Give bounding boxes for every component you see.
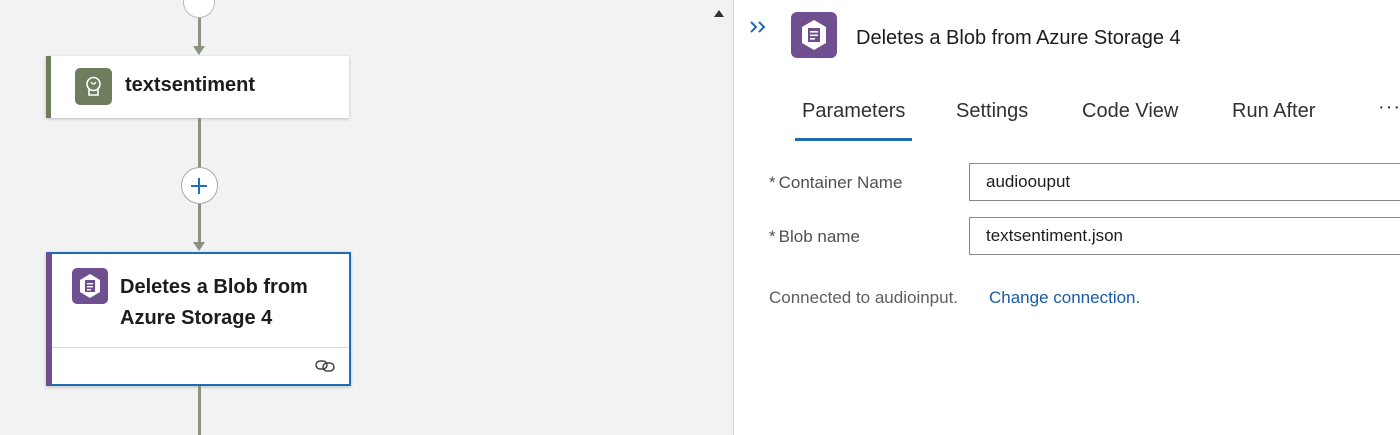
blob-storage-icon — [72, 268, 108, 304]
tab-settings[interactable]: Settings — [956, 100, 1028, 123]
connection-status: Connected to audioinput. — [769, 288, 959, 307]
action-title: Deletes a Blob from Azure Storage 4 — [120, 276, 308, 329]
connector-line — [198, 386, 201, 435]
container-name-input[interactable] — [969, 163, 1400, 201]
action-card-delete-blob[interactable]: Deletes a Blob from Azure Storage 4 — [46, 252, 351, 386]
link-icon[interactable] — [315, 357, 335, 375]
tab-code-view[interactable]: Code View — [1082, 100, 1178, 123]
active-tab-indicator — [795, 138, 912, 141]
scroll-up-arrow-icon[interactable] — [714, 10, 724, 17]
tab-bar: Parameters Settings Code View Run After … — [734, 96, 1400, 146]
tab-parameters[interactable]: Parameters — [802, 100, 905, 123]
container-name-label: * Container Name — [769, 173, 903, 192]
connector-arrow — [193, 242, 205, 251]
required-marker: * — [769, 173, 776, 192]
action-title: textsentiment — [125, 74, 256, 96]
more-tabs-button[interactable]: ··· — [1378, 96, 1400, 119]
previous-step-handle[interactable] — [183, 0, 215, 18]
connector-line — [198, 118, 201, 168]
action-card-textsentiment[interactable]: textsentiment — [46, 56, 349, 118]
blob-name-label: * Blob name — [769, 227, 860, 246]
connector-line — [198, 18, 201, 48]
panel-title: Deletes a Blob from Azure Storage 4 — [856, 27, 1181, 49]
required-marker: * — [769, 227, 776, 246]
card-footer — [52, 347, 349, 384]
add-step-button[interactable] — [181, 167, 218, 204]
brain-icon — [75, 68, 112, 105]
connector-arrow — [193, 46, 205, 55]
blob-storage-icon — [791, 12, 837, 58]
change-connection-link[interactable]: Change connection. — [989, 288, 1140, 308]
tab-run-after[interactable]: Run After — [1232, 100, 1315, 123]
chevrons-right-icon[interactable] — [748, 16, 770, 38]
blob-name-input[interactable] — [969, 217, 1400, 255]
connector-line — [198, 204, 201, 244]
designer-canvas: textsentiment Deletes a Blob from Azure … — [0, 0, 733, 435]
details-panel: Deletes a Blob from Azure Storage 4 Para… — [733, 0, 1400, 435]
